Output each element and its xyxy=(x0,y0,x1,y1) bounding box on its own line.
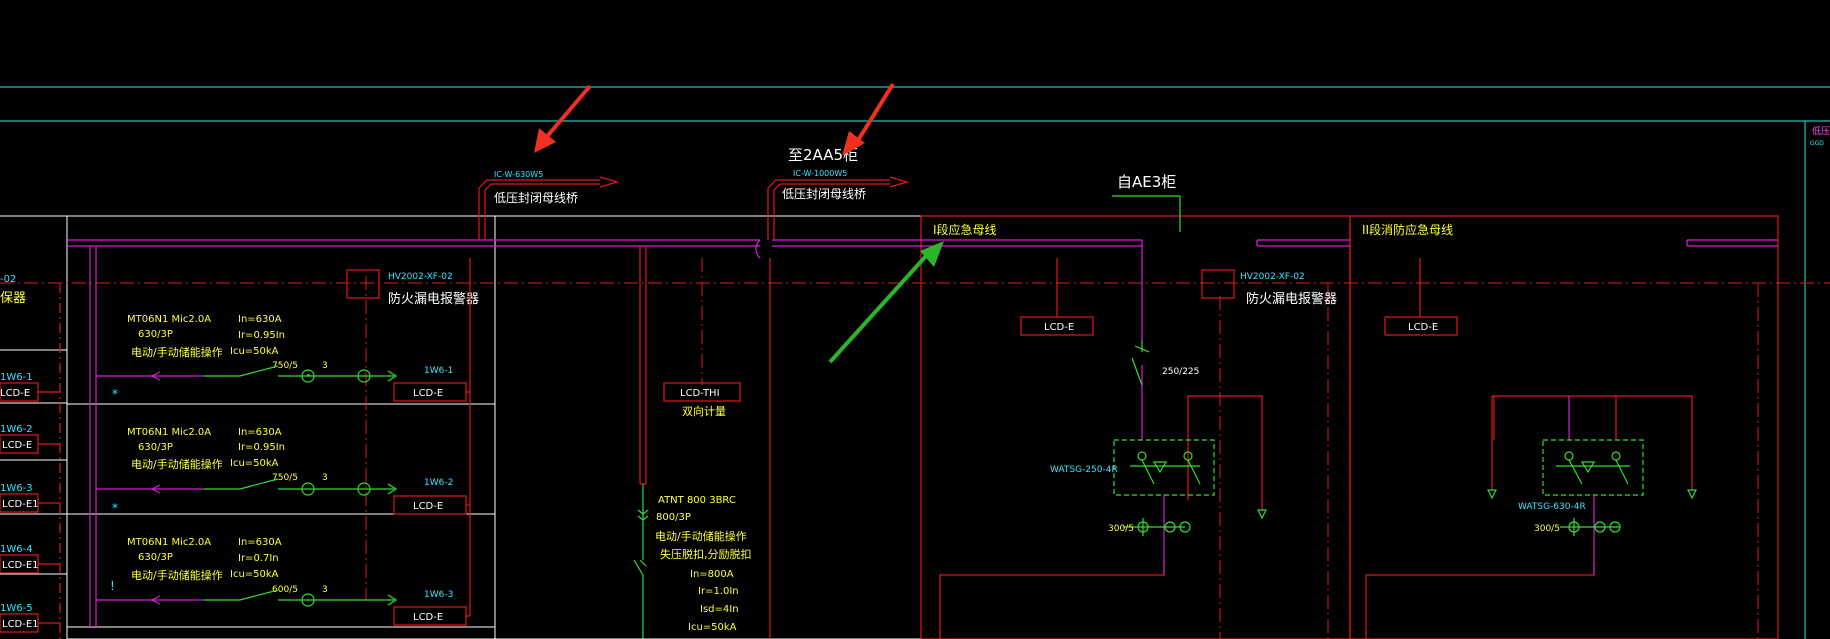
p1f1-breaker: MT06N1 Mic2.0A xyxy=(127,314,211,325)
p2-in: In=800A xyxy=(690,569,734,580)
p2-ir: Ir=1.0In xyxy=(698,586,739,597)
left-tag-4: 1W6-4 xyxy=(0,544,33,555)
p1f3-n: 3 xyxy=(322,585,328,595)
left-partial-column: -02 保器 1W6-1 LCD-E 1W6-2 LCD-E 1W6-3 LCD… xyxy=(0,274,61,639)
left-box-1: LCD-E xyxy=(0,388,30,399)
p1f2-breaker: MT06N1 Mic2.0A xyxy=(127,427,211,438)
p4-ct: 300/5 xyxy=(1534,524,1560,534)
p2-meter-label: 双向计量 xyxy=(682,404,726,418)
annotation-arrow-red-mid xyxy=(842,82,895,156)
p1f3-breaker: MT06N1 Mic2.0A xyxy=(127,537,211,548)
p1f2-box: LCD-E xyxy=(413,501,443,512)
p3-ct: 300/5 xyxy=(1108,524,1134,534)
annotation-arrow-red-left xyxy=(534,84,592,153)
feed-mid-label: 低压封闭母线桥 xyxy=(782,187,866,201)
p1f1-mark: * xyxy=(112,387,118,401)
p1f1-in: In=630A xyxy=(238,314,282,325)
p1f3-tag: 1W6-3 xyxy=(424,590,453,600)
p1f2-n: 3 xyxy=(322,473,328,483)
p1f1-poles: 630/3P xyxy=(138,329,173,340)
p3-ats: WATSG-250-4R xyxy=(1050,465,1118,475)
p4-ats: WATSG-630-4R xyxy=(1518,502,1586,512)
p1f2-in: In=630A xyxy=(238,427,282,438)
far-right-label-2: GGD xyxy=(1810,140,1824,147)
p1-monitor-name: 防火漏电报警器 xyxy=(388,291,479,307)
p1f1-ir: Ir=0.95In xyxy=(238,330,285,341)
p1f3-in: In=630A xyxy=(238,537,282,548)
p1f2-op: 电动/手动储能操作 xyxy=(131,457,223,471)
p1f1-op: 电动/手动储能操作 xyxy=(131,345,223,359)
p3-monitor-name: 防火漏电报警器 xyxy=(1246,291,1337,307)
left-tag-3: 1W6-3 xyxy=(0,483,33,494)
p1f1-n: 3 xyxy=(322,361,328,371)
panel-3: I段应急母线 LCD-E HV2002-XF-02 防火漏电报警器 250/22… xyxy=(933,222,1337,639)
p1f2-ct: 750/5 xyxy=(272,473,298,483)
panel-1: HV2002-XF-02 防火漏电报警器 MT06N1 Mic2.0A 630/… xyxy=(89,246,479,627)
p1f1-icu: Icu=50kA xyxy=(230,346,279,357)
p4-bus-label: II段消防应急母线 xyxy=(1362,222,1453,237)
p3-bus-label: I段应急母线 xyxy=(933,222,997,237)
far-right-label-1: 低压柜 xyxy=(1812,125,1830,137)
from-ae3-label: 自AE3柜 xyxy=(1117,173,1176,191)
p1f1-box: LCD-E xyxy=(413,388,443,399)
p1f2-icu: Icu=50kA xyxy=(230,458,279,469)
p3-lcd: LCD-E xyxy=(1044,322,1074,333)
p3-breaker-rating: 250/225 xyxy=(1162,367,1199,377)
cad-drawing-canvas[interactable]: -02 保器 1W6-1 LCD-E 1W6-2 LCD-E 1W6-3 LCD… xyxy=(0,0,1830,639)
p1f3-ir: Ir=0.7In xyxy=(238,553,279,564)
partial-label: -02 xyxy=(0,274,16,285)
left-tag-2: 1W6-2 xyxy=(0,424,33,435)
left-box-3: LCD-E1 xyxy=(2,499,39,510)
p2-atse-op: 电动/手动储能操作 xyxy=(655,529,747,543)
main-busbar xyxy=(67,239,1778,259)
p1f3-poles: 630/3P xyxy=(138,552,173,563)
panel-4: II段消防应急母线 LCD-E WATSG-630-4R 300/5 xyxy=(1362,222,1697,639)
p2-atse: ATNT 800 3BRC xyxy=(658,495,736,506)
feed-mid-tag: IC-W-1000W5 xyxy=(793,169,847,178)
left-tag-5: 1W6-5 xyxy=(0,603,33,614)
p1f3-box: LCD-E xyxy=(413,612,443,623)
panel-2: LCD-THI 双向计量 ATNT 800 3BRC 800/3P 电动/手动储… xyxy=(633,246,771,639)
p2-isd: Isd=4In xyxy=(700,604,739,615)
p3-monitor-model: HV2002-XF-02 xyxy=(1240,272,1305,282)
p1f3-mark: ! xyxy=(110,579,115,593)
p1f2-mark: * xyxy=(112,501,118,515)
p4-lcd: LCD-E xyxy=(1408,322,1438,333)
p2-atse-prot1: 失压脱扣,分励脱扣 xyxy=(660,547,752,561)
feed-left-tag: IC-W-630W5 xyxy=(494,170,543,179)
annotation-arrow-green xyxy=(828,241,944,364)
p2-meter-box: LCD-THI xyxy=(680,388,720,399)
p1f3-icu: Icu=50kA xyxy=(230,569,279,580)
feed-left-label: 低压封闭母线桥 xyxy=(494,191,578,205)
left-box-2: LCD-E xyxy=(2,440,32,451)
p1-monitor-model: HV2002-XF-02 xyxy=(388,272,453,282)
left-tag-1: 1W6-1 xyxy=(0,372,33,383)
p1f2-ir: Ir=0.95In xyxy=(238,442,285,453)
left-box-4: LCD-E1 xyxy=(2,560,39,571)
p2-icu: Icu=50kA xyxy=(688,622,737,633)
p1f2-tag: 1W6-2 xyxy=(424,478,453,488)
p1f2-poles: 630/3P xyxy=(138,442,173,453)
p1f3-op: 电动/手动储能操作 xyxy=(131,568,223,582)
left-box-5: LCD-E1 xyxy=(2,619,39,630)
partial-label-2: 保器 xyxy=(0,291,26,306)
p2-atse-poles: 800/3P xyxy=(656,512,691,523)
p1f1-tag: 1W6-1 xyxy=(424,366,453,376)
